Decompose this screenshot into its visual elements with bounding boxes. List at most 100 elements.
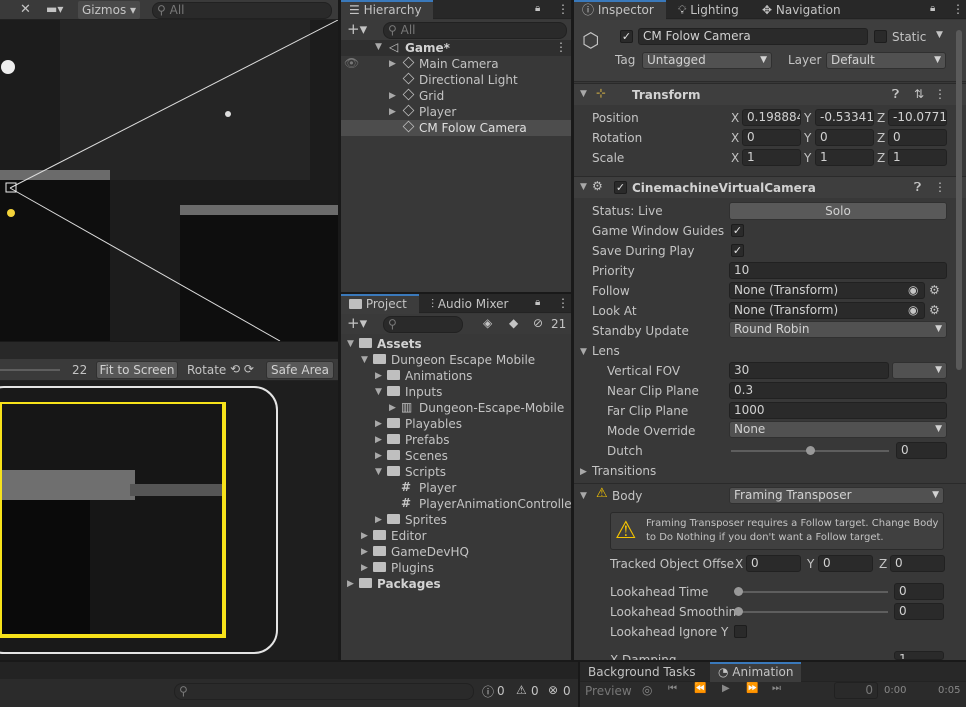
component-menu-icon[interactable]: ⋮ xyxy=(934,87,946,101)
vcam-enabled-checkbox[interactable]: ✓ xyxy=(614,181,627,194)
project-tree-item[interactable]: ▶ Animations xyxy=(341,368,571,384)
vertical-fov-field[interactable]: 30 xyxy=(729,362,889,379)
solo-button[interactable]: Solo xyxy=(729,202,947,220)
lookahead-time-knob[interactable] xyxy=(734,587,743,596)
play-icon[interactable]: ▶ xyxy=(722,683,730,694)
project-tree-item[interactable]: ▼ Inputs xyxy=(341,384,571,400)
object-picker-icon[interactable]: ◉ xyxy=(908,303,918,317)
collapsed-arrow-icon[interactable]: ▶ xyxy=(375,371,382,381)
layer-dropdown[interactable]: Default ▼ xyxy=(826,52,946,69)
collapsed-arrow-icon[interactable]: ▶ xyxy=(361,563,368,573)
collapsed-arrow-icon[interactable]: ▶ xyxy=(389,403,396,413)
active-checkbox[interactable]: ✓ xyxy=(620,30,633,43)
scale-x-field[interactable]: 1 xyxy=(742,149,801,166)
project-tree-item[interactable]: ▶ GameDevHQ xyxy=(341,544,571,560)
project-tree-item[interactable]: ▶ Playables xyxy=(341,416,571,432)
project-tree-item[interactable]: ▶ ▥ Dungeon-Escape-Mobile xyxy=(341,400,571,416)
hierarchy-item-main-camera[interactable]: 👁︎ ▶ Main Camera xyxy=(341,56,571,72)
x-damping-field[interactable]: 1 xyxy=(894,651,944,660)
position-x-field[interactable]: 0.198884 xyxy=(742,109,801,126)
mode-override-dropdown[interactable]: None ▼ xyxy=(729,421,947,438)
lookahead-ignore-y-checkbox[interactable] xyxy=(734,625,747,638)
help-icon[interactable]: ❓︎ xyxy=(914,180,921,195)
fov-preset-dropdown[interactable]: ▼ xyxy=(892,362,947,379)
project-tree-item[interactable]: # Player xyxy=(341,480,571,496)
console-search-input[interactable]: ⚲ xyxy=(174,683,474,700)
project-tree-item[interactable]: ▶ Plugins xyxy=(341,560,571,576)
project-tree-item[interactable]: ▶ Prefabs xyxy=(341,432,571,448)
tab-hierarchy[interactable]: ☰ Hierarchy xyxy=(341,0,433,20)
lookahead-time-track[interactable] xyxy=(738,591,888,593)
project-tree-item[interactable]: ▼ Dungeon Escape Mobile xyxy=(341,352,571,368)
frame-field[interactable]: 0 xyxy=(834,682,878,699)
dutch-slider-knob[interactable] xyxy=(806,446,815,455)
dutch-field[interactable]: 0 xyxy=(896,442,947,459)
project-tree-item[interactable]: ▶ Scenes xyxy=(341,448,571,464)
gear-icon[interactable]: ⚙ xyxy=(929,283,940,297)
scale-z-field[interactable]: 1 xyxy=(888,149,947,166)
lens-foldout[interactable]: Lens xyxy=(592,343,620,359)
scene-menu-icon[interactable]: ⋮ xyxy=(555,40,567,54)
hidden-packages-icon[interactable]: ⊘ xyxy=(533,316,543,330)
standby-update-dropdown[interactable]: Round Robin ▼ xyxy=(729,321,947,338)
filter-label-icon[interactable]: ◆ xyxy=(509,316,518,330)
hierarchy-scene-row[interactable]: ▼ ◁ Game* ⋮ xyxy=(341,40,571,56)
static-checkbox[interactable] xyxy=(874,30,887,43)
collapsed-arrow-icon[interactable]: ▶ xyxy=(361,547,368,557)
rotation-x-field[interactable]: 0 xyxy=(742,129,801,146)
scene-canvas[interactable] xyxy=(0,20,338,341)
lock-icon[interactable]: 🔒︎ xyxy=(535,297,540,308)
preset-icon[interactable]: ⇅ xyxy=(914,87,924,101)
help-icon[interactable]: ❓︎ xyxy=(892,87,899,102)
scene-search-input[interactable]: ⚲ All xyxy=(152,2,332,19)
tab-project[interactable]: Project xyxy=(341,294,419,314)
tab-background-tasks[interactable]: Background Tasks xyxy=(580,662,704,682)
lookahead-smoothing-field[interactable]: 0 xyxy=(894,603,944,620)
create-button[interactable]: +▾ xyxy=(347,314,367,332)
gear-icon[interactable]: ⚙ xyxy=(929,303,940,317)
filter-type-icon[interactable]: ◈ xyxy=(483,316,492,330)
game-window-guides-checkbox[interactable]: ✓ xyxy=(731,224,744,237)
hierarchy-item-player[interactable]: ▶ Player xyxy=(341,104,571,120)
vcam-header[interactable]: ▼ ⚙ ✓ CinemachineVirtualCamera ❓︎ ⋮ xyxy=(574,176,966,198)
rotate-label[interactable]: Rotate xyxy=(187,362,226,378)
hierarchy-item-cm-folow-camera[interactable]: CM Folow Camera xyxy=(341,120,571,136)
fit-to-screen-button[interactable]: Fit to Screen xyxy=(96,361,178,379)
hierarchy-search-input[interactable]: ⚲ All xyxy=(383,22,567,39)
collapsed-arrow-icon[interactable]: ▶ xyxy=(375,419,382,429)
camera-icon[interactable]: ▬▾ xyxy=(46,2,63,16)
lock-icon[interactable]: 🔒︎ xyxy=(930,3,935,14)
hierarchy-item-grid[interactable]: ▶ Grid xyxy=(341,88,571,104)
project-tree-item[interactable]: ▼ Scripts xyxy=(341,464,571,480)
rotate-icon[interactable]: ⟲ ⟳ xyxy=(230,362,254,376)
lookahead-smoothing-track[interactable] xyxy=(738,611,888,613)
near-clip-field[interactable]: 0.3 xyxy=(729,382,947,399)
body-dropdown[interactable]: Framing Transposer ▼ xyxy=(729,487,944,504)
tracked-x-field[interactable]: 0 xyxy=(746,555,801,572)
add-button[interactable]: +▾ xyxy=(347,20,367,38)
save-during-play-checkbox[interactable]: ✓ xyxy=(731,244,744,257)
chevron-down-icon[interactable]: ▼ xyxy=(936,30,943,40)
lookahead-time-field[interactable]: 0 xyxy=(894,583,944,600)
look-at-field[interactable]: None (Transform) xyxy=(729,302,925,319)
follow-field[interactable]: None (Transform) xyxy=(729,282,925,299)
priority-field[interactable]: 10 xyxy=(729,262,947,279)
project-search-input[interactable]: ⚲ xyxy=(383,316,463,333)
info-count-icon[interactable]: ⓘ xyxy=(482,683,494,700)
expanded-arrow-icon[interactable]: ▼ xyxy=(347,339,354,349)
menu-dots-icon[interactable]: ⋮ xyxy=(557,296,569,310)
hierarchy-item-directional-light[interactable]: Directional Light xyxy=(341,72,571,88)
lookahead-smoothing-knob[interactable] xyxy=(734,607,743,616)
project-tree-item[interactable]: ▶ Sprites xyxy=(341,512,571,528)
position-z-field[interactable]: -10.0771 xyxy=(888,109,947,126)
lock-icon[interactable]: 🔒︎ xyxy=(535,3,540,14)
project-tree-item[interactable]: ▶ Packages xyxy=(341,576,571,592)
safe-area-button[interactable]: Safe Area xyxy=(266,361,334,379)
game-canvas[interactable] xyxy=(0,402,226,638)
tools-icon[interactable]: ✕ xyxy=(20,2,31,17)
tag-dropdown[interactable]: Untagged ▼ xyxy=(642,52,772,69)
menu-dots-icon[interactable]: ⋮ xyxy=(557,2,569,16)
record-icon[interactable]: ◎ xyxy=(642,683,652,697)
inspector-scrollbar[interactable] xyxy=(956,30,962,370)
collapsed-arrow-icon[interactable]: ▶ xyxy=(375,451,382,461)
